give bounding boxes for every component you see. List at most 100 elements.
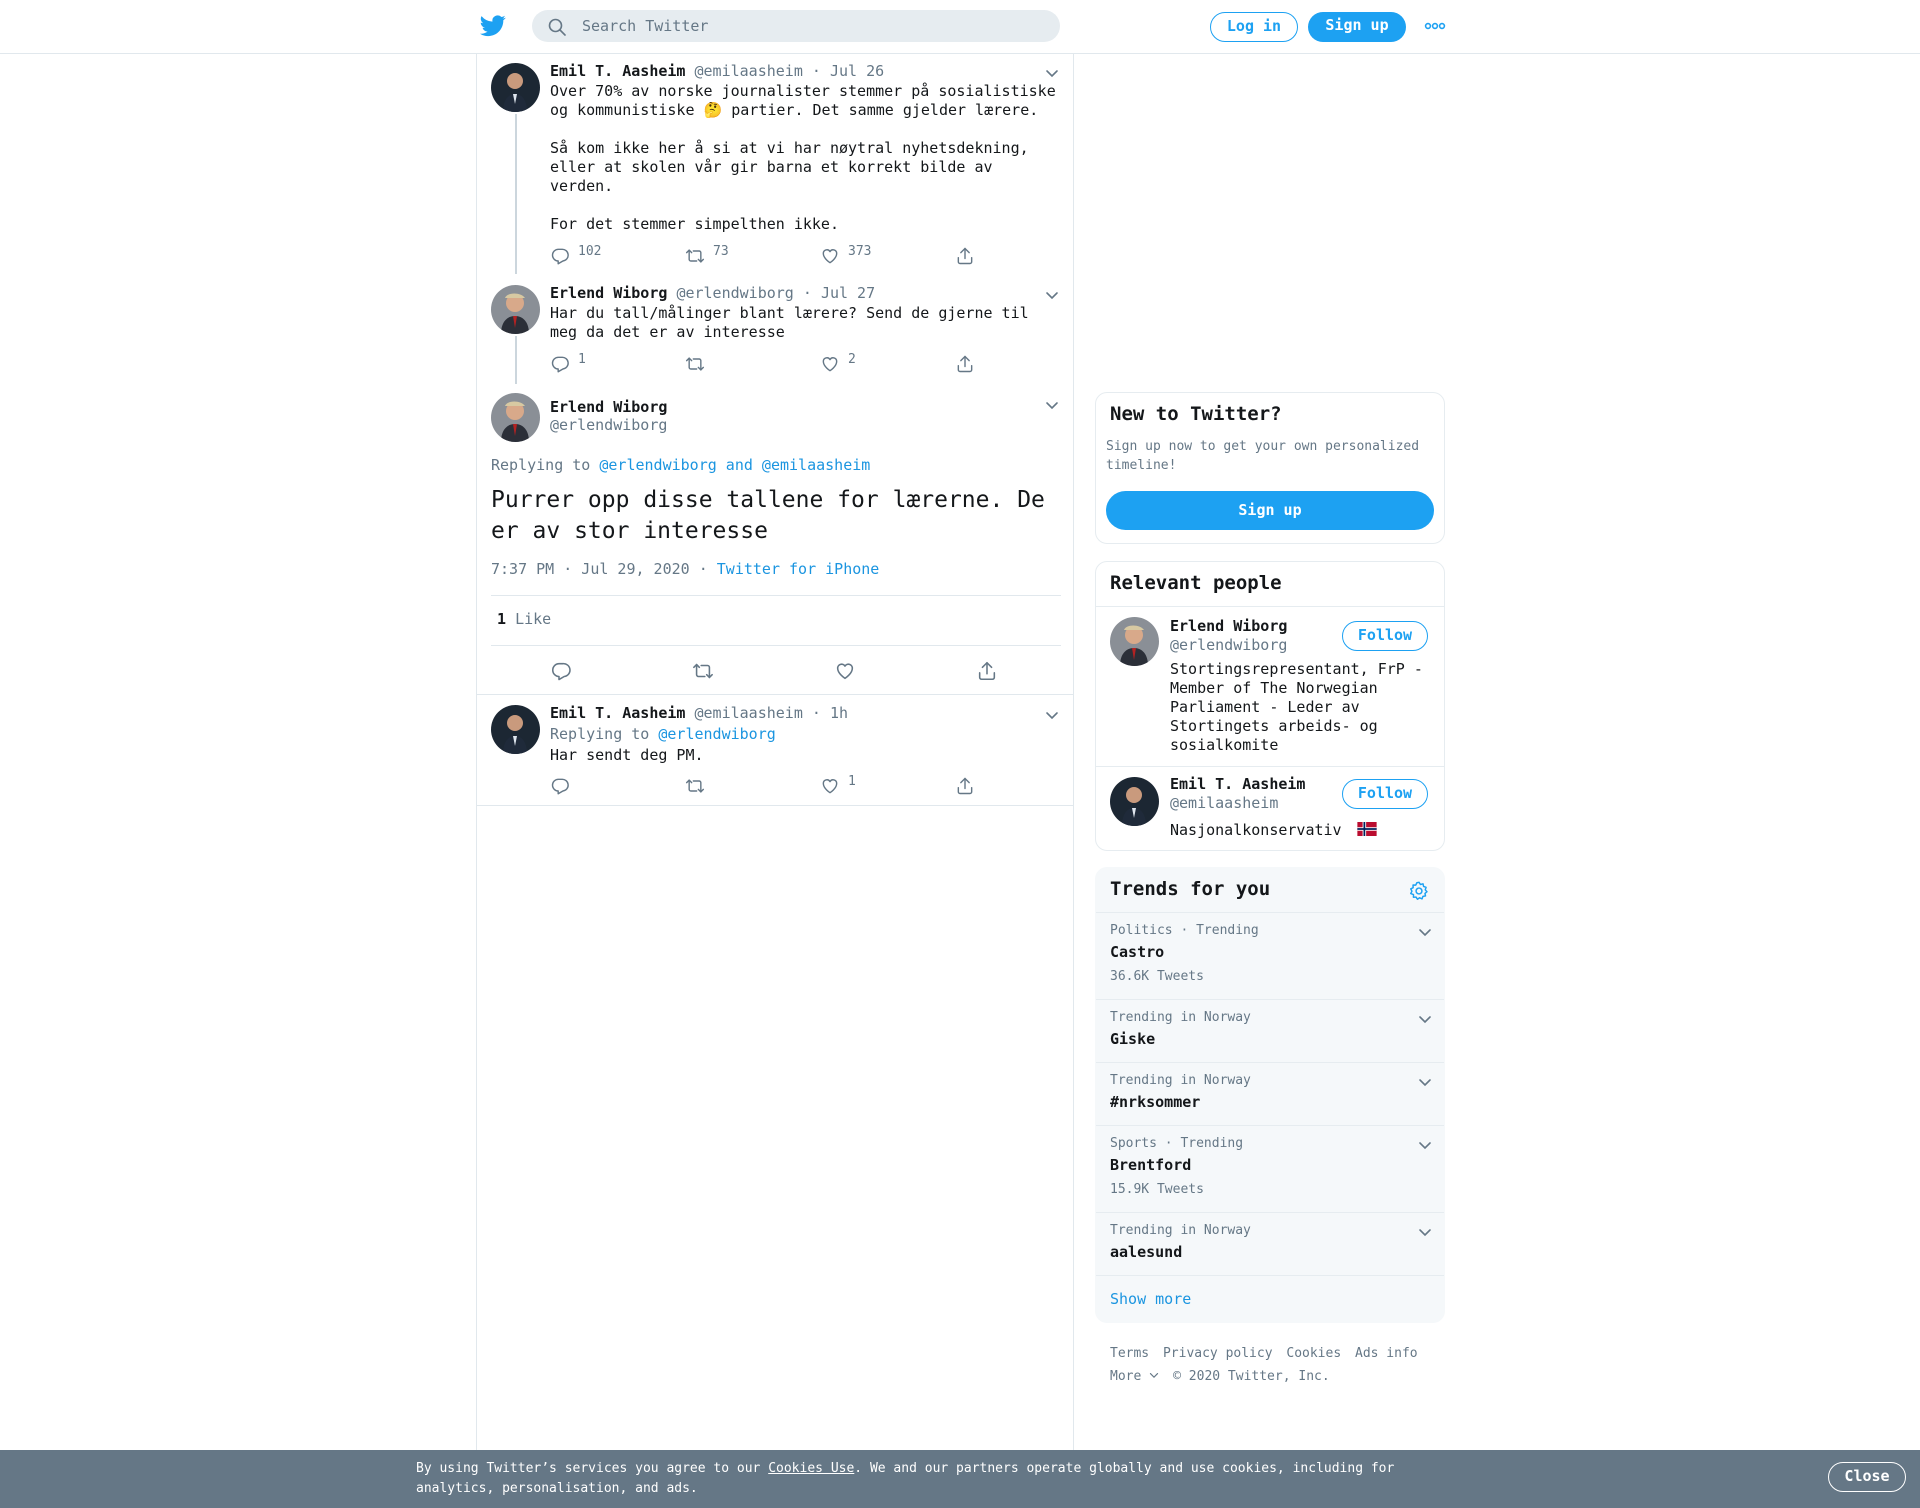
- author-name[interactable]: Emil T. Aasheim: [550, 704, 685, 722]
- signup-button[interactable]: Sign up: [1106, 491, 1434, 530]
- replying-to-link[interactable]: @erlendwiborg and @emilaasheim: [599, 456, 870, 474]
- footer-link-cookies[interactable]: Cookies: [1286, 1346, 1341, 1361]
- chevron-down-icon[interactable]: [1045, 708, 1059, 722]
- chevron-down-icon[interactable]: [1418, 1012, 1432, 1026]
- reply-icon: [550, 354, 570, 374]
- tweet-time[interactable]: Jul 27: [821, 284, 875, 302]
- tweet-time[interactable]: Jul 26: [830, 62, 884, 80]
- trend-item[interactable]: Trending in Norway #nrksommer: [1096, 1062, 1444, 1125]
- share-button[interactable]: [955, 246, 975, 268]
- avatar[interactable]: [491, 63, 540, 112]
- source-link[interactable]: Twitter for iPhone: [717, 560, 880, 578]
- like-button[interactable]: [834, 660, 856, 682]
- follow-button[interactable]: Follow: [1342, 621, 1428, 651]
- replying-to: Replying to @erlendwiborg: [550, 725, 776, 743]
- person-name[interactable]: Emil T. Aasheim: [1170, 775, 1305, 793]
- trend-item[interactable]: Trending in Norway Giske: [1096, 999, 1444, 1062]
- trend-name[interactable]: #nrksommer: [1110, 1093, 1200, 1111]
- cookie-banner: By using Twitter’s services you agree to…: [0, 1450, 1920, 1508]
- norway-flag-icon: [1357, 822, 1377, 836]
- like-button[interactable]: 2: [820, 352, 856, 376]
- avatar[interactable]: [491, 285, 540, 334]
- reply-icon: [550, 660, 572, 682]
- card-title: Relevant people: [1110, 572, 1282, 594]
- tweet-text: Over 70% av norske journalister stemmer …: [550, 82, 1056, 233]
- trend-name[interactable]: Giske: [1110, 1030, 1155, 1048]
- person-item[interactable]: Emil T. Aasheim @emilaasheim Follow Nasj…: [1096, 766, 1444, 850]
- reply-count: 102: [578, 244, 602, 259]
- tweet-timestamp: 7:37 PM · Jul 29, 2020 · Twitter for iPh…: [491, 560, 880, 578]
- likes-stat[interactable]: 1 Like: [497, 610, 551, 628]
- author-name[interactable]: Erlend Wiborg: [550, 398, 667, 416]
- tweet-actions: 1: [550, 774, 1010, 798]
- like-button[interactable]: 373: [820, 244, 871, 268]
- trend-item[interactable]: Politics · Trending Castro 36.6K Tweets: [1096, 912, 1444, 999]
- trend-name[interactable]: Castro: [1110, 943, 1164, 961]
- trend-count: 15.9K Tweets: [1110, 1182, 1204, 1197]
- tweet-actions: [550, 660, 1010, 682]
- author-handle[interactable]: @emilaasheim: [695, 62, 803, 80]
- signup-button[interactable]: Sign up: [1308, 12, 1406, 42]
- cookies-use-link[interactable]: Cookies Use: [768, 1461, 854, 1476]
- reply-button[interactable]: [550, 660, 572, 682]
- tweet-text: Har sendt deg PM.: [550, 746, 704, 764]
- tweet-time[interactable]: 1h: [830, 704, 848, 722]
- reply-button[interactable]: [550, 776, 570, 798]
- trend-name[interactable]: aalesund: [1110, 1243, 1182, 1261]
- reply-count: 1: [578, 352, 586, 367]
- author-name[interactable]: Erlend Wiborg: [550, 284, 667, 302]
- like-button[interactable]: 1: [820, 774, 856, 798]
- chevron-down-icon[interactable]: [1418, 1138, 1432, 1152]
- person-item[interactable]: Erlend Wiborg @erlendwiborg Follow Stort…: [1096, 606, 1444, 766]
- author-handle[interactable]: @erlendwiborg: [676, 284, 793, 302]
- person-handle[interactable]: @erlendwiborg: [1170, 636, 1287, 654]
- author-name[interactable]: Emil T. Aasheim: [550, 62, 685, 80]
- retweet-button[interactable]: [692, 660, 714, 682]
- trend-item[interactable]: Trending in Norway aalesund: [1096, 1212, 1444, 1275]
- person-handle[interactable]: @emilaasheim: [1170, 794, 1278, 812]
- chevron-down-icon[interactable]: [1045, 288, 1059, 302]
- cookie-text: By using Twitter’s services you agree to…: [416, 1461, 1395, 1496]
- avatar[interactable]: [1110, 777, 1159, 826]
- avatar[interactable]: [491, 393, 540, 442]
- more-options-icon[interactable]: [1424, 16, 1446, 36]
- share-icon: [955, 246, 975, 266]
- close-button[interactable]: Close: [1828, 1462, 1906, 1492]
- chevron-down-icon[interactable]: [1045, 398, 1059, 412]
- show-more-link[interactable]: Show more: [1110, 1290, 1191, 1308]
- replying-to-link[interactable]: @erlendwiborg: [658, 725, 775, 743]
- share-button[interactable]: [976, 660, 998, 682]
- reply-button[interactable]: 1: [550, 352, 586, 376]
- follow-button[interactable]: Follow: [1342, 779, 1428, 809]
- trend-name[interactable]: Brentford: [1110, 1156, 1191, 1174]
- trend-item[interactable]: Sports · Trending Brentford 15.9K Tweets: [1096, 1125, 1444, 1212]
- footer-link-terms[interactable]: Terms: [1110, 1346, 1149, 1361]
- chevron-down-icon[interactable]: [1418, 1075, 1432, 1089]
- chevron-down-icon[interactable]: [1418, 925, 1432, 939]
- share-button[interactable]: [955, 354, 975, 376]
- like-count: 2: [848, 352, 856, 367]
- retweet-button[interactable]: [685, 354, 705, 376]
- footer-link-privacy[interactable]: Privacy policy: [1163, 1346, 1273, 1361]
- avatar[interactable]: [491, 705, 540, 754]
- timestamp-link[interactable]: 7:37 PM · Jul 29, 2020: [491, 560, 690, 578]
- person-name[interactable]: Erlend Wiborg: [1170, 617, 1287, 635]
- retweet-button[interactable]: [685, 776, 705, 798]
- author-handle[interactable]: @emilaasheim: [695, 704, 803, 722]
- twitter-logo-icon[interactable]: [480, 14, 506, 38]
- login-button[interactable]: Log in: [1210, 12, 1298, 42]
- author-handle[interactable]: @erlendwiborg: [550, 416, 667, 434]
- search-box[interactable]: Search Twitter: [532, 10, 1060, 42]
- gear-icon[interactable]: [1408, 880, 1430, 902]
- chevron-down-icon[interactable]: [1418, 1225, 1432, 1239]
- retweet-button[interactable]: 73: [685, 244, 729, 268]
- share-button[interactable]: [955, 776, 975, 798]
- reply-button[interactable]: 102: [550, 244, 601, 268]
- trend-context: Politics · Trending: [1110, 923, 1259, 938]
- search-input[interactable]: Search Twitter: [582, 17, 708, 35]
- footer-link-ads-info[interactable]: Ads info: [1355, 1346, 1418, 1361]
- avatar[interactable]: [1110, 617, 1159, 666]
- heart-icon: [834, 660, 856, 682]
- footer-more[interactable]: More: [1110, 1369, 1159, 1384]
- chevron-down-icon[interactable]: [1045, 66, 1059, 80]
